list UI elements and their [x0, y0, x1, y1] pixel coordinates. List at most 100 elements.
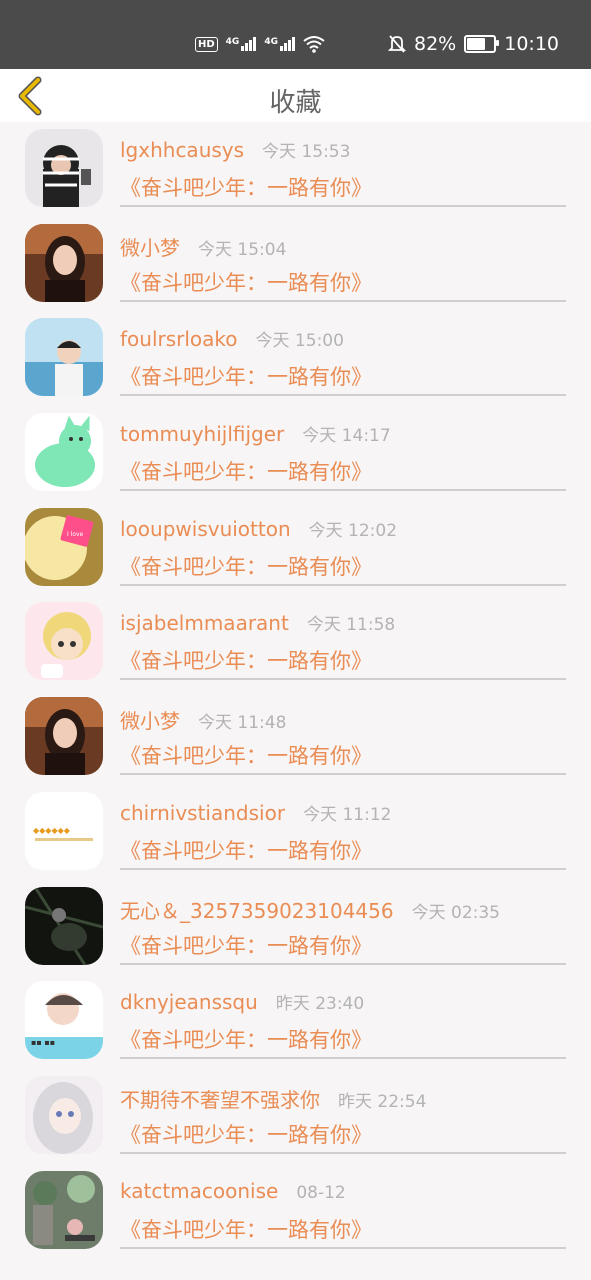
user-name: tommuyhijlfijger — [120, 422, 285, 447]
wifi-icon — [303, 36, 325, 53]
avatar[interactable] — [25, 318, 103, 397]
timestamp: 今天 14:17 — [302, 426, 391, 447]
divider — [120, 1057, 566, 1060]
svg-text:I love: I love — [67, 531, 84, 538]
list-item[interactable]: 不期待不奢望不强求你 昨天 22:54 《奋斗吧少年：一路有你》 — [0, 1069, 591, 1164]
favorite-title[interactable]: 《奋斗吧少年：一路有你》 — [120, 361, 372, 391]
user-name: katctmacoonise — [120, 1178, 279, 1203]
avatar[interactable]: ◆◆◆◆◆◆ — [25, 791, 103, 870]
favorite-title[interactable]: 《奋斗吧少年：一路有你》 — [120, 740, 372, 770]
list-item[interactable]: 微小梦 今天 11:48 《奋斗吧少年：一路有你》 — [0, 690, 591, 785]
avatar[interactable] — [25, 129, 103, 207]
divider — [120, 394, 566, 397]
svg-text:▪▪ ▪▪: ▪▪ ▪▪ — [31, 1038, 55, 1047]
timestamp: 今天 11:12 — [303, 804, 392, 825]
avatar-image — [25, 129, 103, 207]
timestamp: 昨天 22:54 — [338, 1091, 427, 1112]
avatar-image: ◆◆◆◆◆◆ — [25, 791, 103, 870]
timestamp: 今天 15:04 — [198, 239, 287, 260]
favorite-title[interactable]: 《奋斗吧少年：一路有你》 — [120, 1119, 372, 1149]
divider — [120, 583, 566, 586]
status-bar: HD 4G 4G 82% 10:10 — [0, 0, 591, 69]
favorites-list: lgxhhcausys 今天 15:53 《奋斗吧少年：一路有你》 微小梦 今天 1… — [0, 122, 591, 1258]
clock: 10:10 — [504, 33, 559, 55]
avatar-image — [25, 1170, 103, 1249]
avatar-image — [25, 413, 103, 492]
user-name: lgxhhcausys — [120, 138, 245, 162]
avatar[interactable] — [25, 223, 103, 302]
divider — [120, 1151, 566, 1154]
timestamp: 昨天 23:40 — [275, 994, 365, 1015]
avatar-image: ▪▪ ▪▪ — [25, 981, 103, 1060]
avatar-image — [25, 886, 103, 965]
battery-icon — [464, 35, 500, 53]
app-header: 收藏 — [0, 69, 591, 122]
list-item[interactable]: 无心＆_3257359023104456 今天 02:35 《奋斗吧少年：一路有你… — [0, 880, 591, 975]
list-item[interactable]: 微小梦 今天 15:04 《奋斗吧少年：一路有你》 — [0, 217, 591, 312]
list-item[interactable]: ◆◆◆◆◆◆ chirnivstiandsior 今天 11:12 《奋斗吧少年：… — [0, 785, 591, 880]
status-right: 82% 10:10 — [388, 30, 559, 58]
avatar-image — [25, 223, 103, 302]
divider — [120, 489, 566, 492]
avatar[interactable] — [25, 413, 103, 492]
timestamp: 今天 12:02 — [308, 520, 398, 541]
list-item[interactable]: ▪▪ ▪▪ dknyjeanssqu 昨天 23:40 《奋斗吧少年：一路有你》 — [0, 974, 591, 1069]
favorite-title[interactable]: 《奋斗吧少年：一路有你》 — [120, 835, 372, 865]
user-name: looupwisvuiotton — [120, 516, 291, 541]
list-item[interactable]: lgxhhcausys 今天 15:53 《奋斗吧少年：一路有你》 — [0, 122, 591, 217]
avatar-image — [25, 318, 103, 397]
user-name: dknyjeanssqu — [120, 990, 258, 1015]
divider — [120, 299, 566, 302]
avatar-image — [25, 1075, 103, 1154]
list-item[interactable]: I love looupwisvuiotton 今天 12:02 《奋斗吧少年：一… — [0, 501, 591, 596]
divider — [120, 205, 566, 207]
timestamp: 08-12 — [296, 1182, 346, 1203]
favorite-title[interactable]: 《奋斗吧少年：一路有你》 — [120, 267, 372, 297]
timestamp: 今天 02:35 — [411, 902, 500, 923]
list-item[interactable]: katctmacoonise 08-12 《奋斗吧少年：一路有你》 — [0, 1164, 591, 1259]
user-name: 不期待不奢望不强求你 — [120, 1087, 320, 1112]
user-name: 微小梦 — [120, 235, 180, 260]
list-item[interactable]: tommuyhijlfijger 今天 14:17 《奋斗吧少年：一路有你》 — [0, 406, 591, 501]
avatar[interactable] — [25, 697, 103, 776]
favorite-title[interactable]: 《奋斗吧少年：一路有你》 — [120, 1214, 372, 1244]
timestamp: 今天 11:48 — [198, 713, 287, 734]
favorite-title[interactable]: 《奋斗吧少年：一路有你》 — [120, 645, 372, 675]
cellular-signal-icon-2: 4G — [264, 37, 295, 51]
user-name: chirnivstiandsior — [120, 800, 286, 825]
avatar[interactable] — [25, 1075, 103, 1154]
hd-badge: HD — [195, 36, 218, 52]
favorite-title[interactable]: 《奋斗吧少年：一路有你》 — [120, 456, 372, 486]
avatar-image: I love — [25, 507, 103, 586]
avatar[interactable] — [25, 602, 103, 681]
mute-bell-icon — [388, 35, 406, 53]
favorite-title[interactable]: 《奋斗吧少年：一路有你》 — [120, 1024, 372, 1054]
timestamp: 今天 15:53 — [262, 142, 351, 162]
divider — [120, 1246, 566, 1249]
page-title: 收藏 — [269, 88, 322, 118]
divider — [120, 678, 566, 681]
avatar[interactable] — [25, 1170, 103, 1249]
timestamp: 今天 11:58 — [306, 615, 396, 636]
favorite-title[interactable]: 《奋斗吧少年：一路有你》 — [120, 551, 372, 581]
user-name: isjabelmmaarant — [120, 611, 289, 636]
avatar-image — [25, 697, 103, 776]
avatar-image — [25, 602, 103, 681]
favorite-title[interactable]: 《奋斗吧少年：一路有你》 — [120, 172, 372, 202]
list-item[interactable]: foulrsrloako 今天 15:00 《奋斗吧少年：一路有你》 — [0, 311, 591, 406]
user-name: 微小梦 — [120, 709, 180, 734]
signal-indicators: HD 4G 4G — [195, 33, 325, 55]
avatar[interactable]: ▪▪ ▪▪ — [25, 981, 103, 1060]
battery-percent: 82% — [414, 33, 457, 55]
cellular-signal-icon: 4G — [226, 37, 257, 51]
user-name: 无心＆_3257359023104456 — [120, 898, 394, 923]
timestamp: 今天 15:00 — [255, 331, 344, 352]
favorite-title[interactable]: 《奋斗吧少年：一路有你》 — [120, 930, 372, 960]
divider — [120, 962, 566, 965]
avatar[interactable] — [25, 886, 103, 965]
divider — [120, 867, 566, 870]
avatar[interactable]: I love — [25, 507, 103, 586]
list-item[interactable]: isjabelmmaarant 今天 11:58 《奋斗吧少年：一路有你》 — [0, 595, 591, 690]
svg-text:◆◆◆◆◆◆: ◆◆◆◆◆◆ — [33, 826, 71, 835]
divider — [120, 773, 566, 776]
